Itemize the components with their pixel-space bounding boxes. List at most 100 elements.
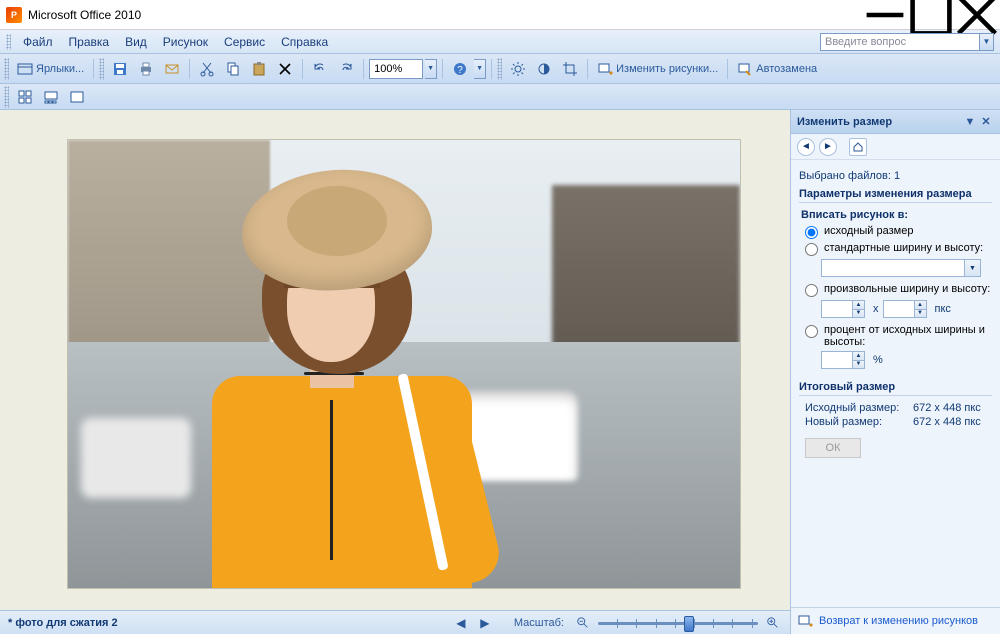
menu-file[interactable]: Файл: [15, 33, 61, 51]
copy-button[interactable]: [221, 58, 245, 80]
view-single-button[interactable]: [65, 86, 89, 108]
brightness-button[interactable]: [506, 58, 530, 80]
custom-width-input[interactable]: ▲▼: [821, 300, 865, 318]
help-button[interactable]: ?: [448, 58, 472, 80]
toolbar-gripper-4[interactable]: [4, 86, 9, 108]
paste-button[interactable]: [247, 58, 271, 80]
menubar-gripper[interactable]: [6, 34, 11, 50]
custom-size-by: x: [869, 303, 879, 315]
contrast-button[interactable]: [532, 58, 556, 80]
menu-view[interactable]: Вид: [117, 33, 155, 51]
crop-icon: [562, 61, 578, 77]
orig-size-value: 672 x 448 пкс: [913, 402, 981, 414]
undo-button[interactable]: [308, 58, 332, 80]
ask-question-input[interactable]: Введите вопрос: [820, 33, 980, 51]
view-filmstrip-button[interactable]: [39, 86, 63, 108]
ask-question-dropdown[interactable]: ▼: [980, 33, 994, 51]
result-size-title: Итоговый размер: [799, 381, 992, 396]
zoom-slider-thumb[interactable]: [684, 616, 694, 632]
menubar: Файл Правка Вид Рисунок Сервис Справка В…: [0, 30, 1000, 54]
panel-close-button[interactable]: ✕: [978, 114, 994, 130]
orig-size-label: Исходный размер:: [805, 402, 913, 414]
fit-picture-label: Вписать рисунок в:: [801, 209, 992, 221]
save-button[interactable]: [108, 58, 132, 80]
photo-placeholder: [68, 140, 740, 588]
return-to-edit-link[interactable]: Возврат к изменению рисунков: [819, 615, 978, 627]
undo-icon: [312, 61, 328, 77]
mail-icon: [164, 61, 180, 77]
percent-unit: %: [869, 354, 883, 366]
mail-button[interactable]: [160, 58, 184, 80]
custom-height-input[interactable]: ▲▼: [883, 300, 927, 318]
radio-percent-size[interactable]: [805, 325, 818, 338]
close-button[interactable]: [954, 0, 1000, 30]
scale-label: Масштаб:: [514, 617, 564, 629]
paste-icon: [251, 61, 267, 77]
menu-edit[interactable]: Правка: [61, 33, 118, 51]
panel-footer: Возврат к изменению рисунков: [791, 607, 1000, 634]
zoom-combo[interactable]: 100%: [369, 59, 423, 79]
menu-picture[interactable]: Рисунок: [155, 33, 216, 51]
thumbnails-icon: [17, 89, 33, 105]
shortcuts-icon: [17, 61, 33, 77]
delete-button[interactable]: [273, 58, 297, 80]
radio-original-size[interactable]: [805, 226, 818, 239]
cut-button[interactable]: [195, 58, 219, 80]
help-icon: ?: [452, 61, 468, 77]
toolbar-gripper-3[interactable]: [497, 58, 502, 80]
maximize-button[interactable]: [908, 0, 954, 30]
toolbar-gripper-1[interactable]: [4, 58, 9, 80]
crop-button[interactable]: [558, 58, 582, 80]
zoom-in-button[interactable]: [764, 614, 782, 632]
image-frame[interactable]: [68, 140, 740, 588]
cut-icon: [199, 61, 215, 77]
standard-size-combo[interactable]: ▼: [821, 259, 981, 277]
save-icon: [112, 61, 128, 77]
view-thumbnails-button[interactable]: [13, 86, 37, 108]
panel-forward-button[interactable]: ►: [819, 138, 837, 156]
panel-back-button[interactable]: ◄: [797, 138, 815, 156]
statusbar: * фото для сжатия 2 ◀ ▶ Масштаб:: [0, 610, 790, 634]
print-button[interactable]: [134, 58, 158, 80]
radio-custom-size[interactable]: [805, 284, 818, 297]
edit-pictures-button[interactable]: Изменить рисунки...: [593, 58, 722, 80]
next-image-button[interactable]: ▶: [476, 614, 494, 632]
percent-input[interactable]: ▲▼: [821, 351, 865, 369]
menu-service[interactable]: Сервис: [216, 33, 273, 51]
radio-original-size-label: исходный размер: [824, 225, 913, 237]
return-icon: [797, 613, 813, 629]
help-dropdown[interactable]: ▼: [474, 59, 486, 79]
resize-params-title: Параметры изменения размера: [799, 188, 992, 203]
zoom-in-icon: [766, 616, 780, 630]
autocorrect-icon: [737, 61, 753, 77]
minimize-button[interactable]: [862, 0, 908, 30]
selected-files-count: 1: [894, 170, 900, 182]
toolbar-gripper-2[interactable]: [99, 58, 104, 80]
autocorrect-button[interactable]: Автозамена: [733, 58, 821, 80]
selected-files-label: Выбрано файлов:: [799, 170, 891, 182]
panel-home-button[interactable]: [849, 138, 867, 156]
zoom-out-icon: [576, 616, 590, 630]
zoom-combo-dropdown[interactable]: ▼: [425, 59, 437, 79]
contrast-icon: [536, 61, 552, 77]
home-icon: [853, 142, 863, 152]
redo-icon: [338, 61, 354, 77]
svg-text:?: ?: [457, 65, 463, 76]
shortcuts-button[interactable]: Ярлыки...: [13, 58, 88, 80]
canvas: * фото для сжатия 2 ◀ ▶ Масштаб:: [0, 110, 790, 634]
panel-menu-button[interactable]: ▼: [962, 114, 978, 130]
redo-button[interactable]: [334, 58, 358, 80]
toolbar-main: Ярлыки... 100% ▼ ? ▼ Изменить рисунки...…: [0, 54, 1000, 84]
zoom-out-button[interactable]: [574, 614, 592, 632]
panel-body: Выбрано файлов: 1 Параметры изменения ра…: [791, 160, 1000, 466]
filmstrip-icon: [43, 89, 59, 105]
radio-standard-size[interactable]: [805, 243, 818, 256]
delete-icon: [277, 61, 293, 77]
prev-image-button[interactable]: ◀: [452, 614, 470, 632]
copy-icon: [225, 61, 241, 77]
menu-help[interactable]: Справка: [273, 33, 336, 51]
zoom-slider[interactable]: [598, 615, 758, 631]
edit-pictures-icon: [597, 61, 613, 77]
brightness-icon: [510, 61, 526, 77]
ok-button[interactable]: ОК: [805, 438, 861, 458]
